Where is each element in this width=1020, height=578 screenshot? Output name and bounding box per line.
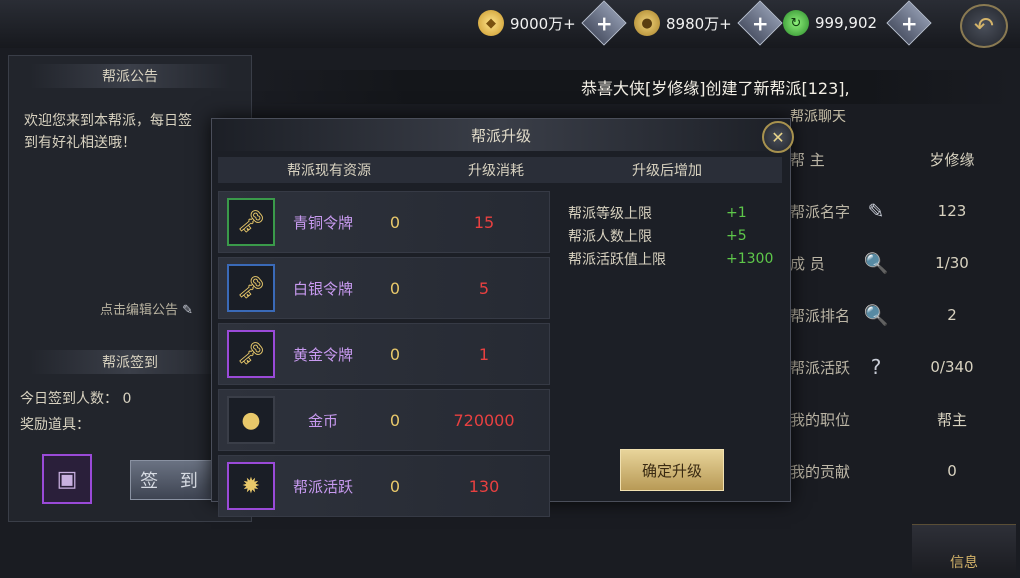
info-row: 我的贡献 0 xyxy=(790,446,1010,496)
resource-gold-ingot: ◆ 9000万+ + xyxy=(478,0,627,46)
resource-row: ✹ 帮派活跃 0 130 xyxy=(218,455,550,517)
bonus-label: 帮派活跃值上限 xyxy=(568,251,666,268)
resource-row: 🗝 黄金令牌 0 1 xyxy=(218,323,550,385)
ticker-text: 恭喜大侠[岁修缘]创建了新帮派[123], xyxy=(581,79,850,98)
checkin-title: 帮派签到 xyxy=(30,350,230,374)
resource-value: 9000万+ xyxy=(510,14,576,33)
info-value: 123 xyxy=(937,202,967,220)
column-header-cost: 升级消耗 xyxy=(468,163,524,179)
resource-item-icon[interactable]: ● xyxy=(227,396,275,444)
resource-row: 🗝 青铜令牌 0 15 xyxy=(218,191,550,253)
resource-row: ● 金币 0 720000 xyxy=(218,389,550,451)
column-header: 帮派现有资源 升级消耗 升级后增加 xyxy=(218,157,782,183)
resource-cost: 130 xyxy=(468,476,500,496)
resource-cost: 720000 xyxy=(453,410,515,430)
magnifier-icon[interactable]: 🔍 xyxy=(858,251,894,275)
info-label: 我的职位 xyxy=(790,410,851,429)
checkin-button[interactable]: 签 到 xyxy=(130,460,216,500)
close-button[interactable]: ✕ xyxy=(762,121,794,153)
info-value: 0/340 xyxy=(930,358,974,376)
reward-label: 奖励道具： xyxy=(20,417,90,433)
resource-value: 8980万+ xyxy=(666,14,732,33)
resource-item-icon[interactable]: 🗝 xyxy=(227,198,275,246)
resource-coin: ● 8980万+ + xyxy=(634,0,783,46)
info-value: 帮主 xyxy=(936,410,967,429)
resource-owned: 0 xyxy=(389,476,401,496)
info-button[interactable]: 信息 xyxy=(912,524,1016,576)
notice-text: 欢迎您来到本帮派，每日签到有好礼相送哦！ xyxy=(24,113,192,151)
resource-name: 金币 xyxy=(307,411,338,430)
info-label: 帮派活跃 xyxy=(790,358,851,377)
info-row: 帮派名字 ✎ 123 xyxy=(790,186,1010,236)
bonus-value: +1 xyxy=(726,204,747,221)
info-value: 岁修缘 xyxy=(929,150,975,169)
info-label: 我的贡献 xyxy=(790,462,851,481)
bonus-value: +1300 xyxy=(726,250,774,267)
resource-name: 黄金令牌 xyxy=(292,345,353,364)
coin-icon: ● xyxy=(634,10,660,36)
info-label: 帮派名字 xyxy=(790,202,851,221)
info-label: 帮派排名 xyxy=(790,306,851,325)
info-label: 帮 主 xyxy=(790,150,825,169)
brush-icon: ✎ xyxy=(182,303,194,318)
bonus-value: +5 xyxy=(726,227,747,244)
info-row: 成 员 🔍 1/30 xyxy=(790,238,1010,288)
guild-upgrade-dialog: 帮派升级 ✕ 帮派现有资源 升级消耗 升级后增加 🗝 青铜令牌 0 15 🗝 白银令牌 0 5… xyxy=(211,118,794,517)
bonus-row: 帮派活跃值上限 +1300 xyxy=(568,247,778,270)
column-header-bonus: 升级后增加 xyxy=(632,163,702,179)
dialog-title: 帮派升级 xyxy=(212,119,790,151)
brush-icon[interactable]: ✎ xyxy=(858,199,894,223)
edit-notice-label: 点击编辑公告 xyxy=(100,303,179,318)
resource-owned: 0 xyxy=(389,212,401,232)
confirm-upgrade-button[interactable]: 确定升级 xyxy=(620,449,724,491)
green-gem-icon: ↻ xyxy=(783,10,809,36)
notice-title: 帮派公告 xyxy=(30,64,230,88)
resource-cost: 1 xyxy=(478,344,490,364)
resource-item-icon[interactable]: 🗝 xyxy=(227,330,275,378)
bonus-list: 帮派等级上限 +1 帮派人数上限 +5 帮派活跃值上限 +1300 xyxy=(568,201,778,270)
column-header-resources: 帮派现有资源 xyxy=(287,163,371,179)
magnifier-icon[interactable]: 🔍 xyxy=(858,303,894,327)
resource-name: 青铜令牌 xyxy=(292,213,353,232)
resource-owned: 0 xyxy=(389,278,401,298)
resource-row: 🗝 白银令牌 0 5 xyxy=(218,257,550,319)
resource-value: 999,902 xyxy=(815,14,878,32)
resource-green-gem: ↻ 999,902 + xyxy=(783,0,932,46)
gold-ingot-icon: ◆ xyxy=(478,10,504,36)
info-row: 帮 主 岁修缘 xyxy=(790,134,1010,184)
reward-chest-icon[interactable]: ▣ xyxy=(42,454,92,504)
info-value: 0 xyxy=(947,462,957,480)
resource-item-icon[interactable]: 🗝 xyxy=(227,264,275,312)
back-arrow-icon: ↶ xyxy=(973,12,995,40)
bonus-row: 帮派等级上限 +1 xyxy=(568,201,778,224)
bonus-label: 帮派人数上限 xyxy=(568,228,652,245)
resource-name: 白银令牌 xyxy=(292,279,353,298)
info-row: 帮派活跃? 0/340 xyxy=(790,342,1010,392)
info-row: 帮派排名 🔍 2 xyxy=(790,290,1010,340)
info-value: 1/30 xyxy=(935,254,969,272)
bonus-label: 帮派等级上限 xyxy=(568,205,652,222)
resource-name: 帮派活跃 xyxy=(292,477,353,496)
checkin-count: 今日签到人数： 0 xyxy=(20,391,132,407)
info-row: 我的职位 帮主 xyxy=(790,394,1010,444)
bonus-row: 帮派人数上限 +5 xyxy=(568,224,778,247)
question-icon[interactable]: ? xyxy=(858,355,894,379)
back-button[interactable]: ↶ xyxy=(960,4,1008,48)
info-label: 成 员 xyxy=(790,254,825,273)
chat-tab[interactable]: 帮派聊天 xyxy=(790,106,846,126)
resource-owned: 0 xyxy=(389,410,401,430)
announcement-ticker: 恭喜大侠[岁修缘]创建了新帮派[123], xyxy=(256,70,1016,104)
resource-cost: 15 xyxy=(473,212,495,232)
resource-cost: 5 xyxy=(478,278,490,298)
info-value: 2 xyxy=(947,306,957,324)
resource-owned: 0 xyxy=(389,344,401,364)
edit-notice-link[interactable]: 点击编辑公告 ✎ xyxy=(100,299,193,318)
close-icon: ✕ xyxy=(771,127,785,147)
resource-item-icon[interactable]: ✹ xyxy=(227,462,275,510)
